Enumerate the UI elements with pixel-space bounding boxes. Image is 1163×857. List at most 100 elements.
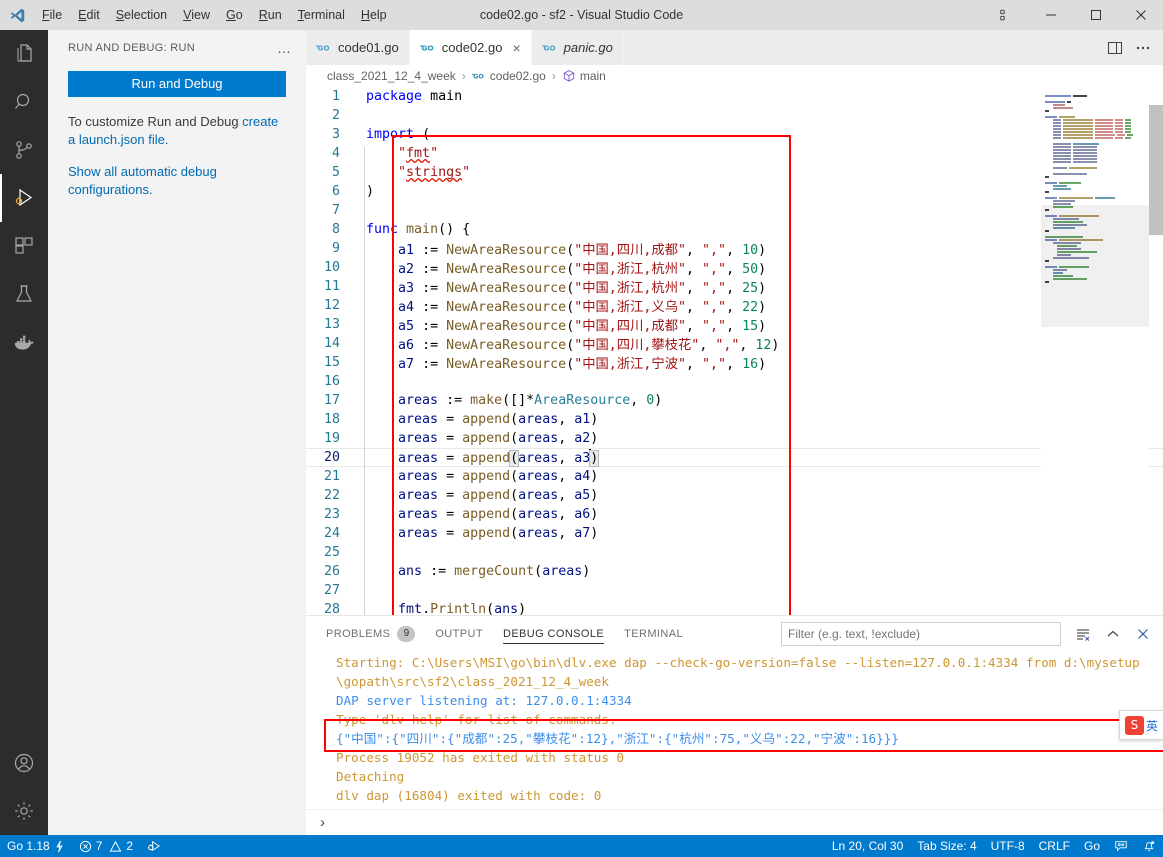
line-number: 24 [323, 526, 340, 541]
sogou-logo-icon: S [1124, 715, 1144, 735]
files-icon[interactable] [0, 30, 48, 78]
chevron-up-icon[interactable] [1105, 626, 1121, 642]
maximize-icon[interactable] [1073, 0, 1118, 30]
tab-output-label: OUTPUT [435, 627, 483, 640]
tab-terminal[interactable]: TERMINAL [624, 616, 683, 651]
status-encoding[interactable]: UTF-8 [984, 835, 1032, 857]
line-number: 14 [323, 336, 340, 351]
code-line: 3 import ( [306, 125, 1163, 144]
customize-hint-text: To customize Run and Debug [68, 114, 243, 129]
close-panel-icon[interactable] [1135, 626, 1151, 642]
status-language-mode[interactable]: Go [1077, 835, 1107, 857]
run-debug-icon[interactable] [0, 174, 48, 222]
tab-debug-console[interactable]: DEBUG CONSOLE [502, 616, 605, 651]
menu-view[interactable]: View [175, 3, 218, 27]
menu-file[interactable]: File [34, 3, 70, 27]
status-tab-size[interactable]: Tab Size: 4 [910, 835, 983, 857]
menu-selection[interactable]: Selection [108, 3, 175, 27]
tab-panic-go[interactable]: GO panic.go [531, 30, 624, 65]
sidebar-header: RUN AND DEBUG: RUN … [48, 30, 306, 65]
close-icon[interactable] [1118, 0, 1163, 30]
title-bar: File Edit Selection View Go Run Terminal… [0, 0, 1163, 30]
extensions-icon[interactable] [0, 222, 48, 270]
tab-output[interactable]: OUTPUT [435, 616, 483, 651]
minimap-slider[interactable] [1041, 205, 1149, 327]
source-control-icon[interactable] [0, 126, 48, 174]
split-editor-icon[interactable] [1107, 40, 1123, 56]
line-number: 17 [323, 393, 340, 408]
warning-count: 2 [126, 839, 134, 853]
debug-console-output[interactable]: Starting: C:\Users\MSI\go\bin\dlv.exe da… [306, 651, 1163, 809]
code-line: 26 ans := mergeCount(areas) [306, 562, 1163, 581]
editor-tab-bar: GO code01.go GO code02.go × GO panic.go [306, 30, 1163, 65]
status-run-task[interactable] [140, 835, 169, 857]
console-line-result: {"中国":{"四川":{"成都":25,"攀枝花":12},"浙江":{"杭州… [336, 731, 899, 746]
line-number: 11 [323, 279, 340, 294]
line-number: 15 [323, 355, 340, 370]
line-number: 9 [331, 241, 340, 256]
filter-input[interactable] [781, 621, 1061, 646]
sidebar-body: Run and Debug To customize Run and Debug… [48, 65, 306, 213]
sidebar-more-actions-icon[interactable]: … [277, 40, 298, 56]
error-count: 7 [95, 839, 103, 853]
breadcrumb-file[interactable]: GO code02.go [471, 69, 546, 83]
account-icon[interactable] [0, 739, 48, 787]
sidebar-run-and-debug: RUN AND DEBUG: RUN … Run and Debug To cu… [48, 30, 306, 835]
gear-icon[interactable] [0, 787, 48, 835]
panel-tab-bar: PROBLEMS 9 OUTPUT DEBUG CONSOLE TERMINAL [306, 616, 1163, 651]
menu-run[interactable]: Run [251, 3, 290, 27]
status-problems[interactable]: 7 2 [72, 835, 140, 857]
code-line: 7 [306, 201, 1163, 220]
code-line: 19 areas = append(areas, a2) [306, 429, 1163, 448]
status-feedback[interactable] [1107, 835, 1135, 857]
beaker-icon[interactable] [0, 270, 48, 318]
automatic-debug-hint: Show all automatic debug configurations. [68, 163, 286, 199]
status-go-version[interactable]: Go 1.18 [0, 835, 72, 857]
code-line: 13 a5 := NewAreaResource("中国,四川,成都", ","… [306, 315, 1163, 334]
minimap[interactable] [1041, 87, 1149, 615]
minimize-icon[interactable] [1028, 0, 1073, 30]
activity-bar [0, 30, 48, 835]
line-number: 4 [331, 146, 340, 161]
menu-terminal[interactable]: Terminal [290, 3, 353, 27]
editor-scrollbar[interactable] [1149, 87, 1163, 615]
search-icon[interactable] [0, 78, 48, 126]
debug-console-input[interactable]: › [306, 809, 1163, 835]
status-cursor-position[interactable]: Ln 20, Col 30 [825, 835, 910, 857]
tab-problems[interactable]: PROBLEMS 9 [326, 616, 416, 651]
ime-mode-label[interactable]: 英 [1146, 717, 1158, 734]
line-number: 2 [331, 108, 340, 123]
more-actions-icon[interactable] [1135, 40, 1151, 56]
tab-code01-go[interactable]: GO code01.go [306, 30, 410, 65]
ime-indicator[interactable]: S 英 [1119, 710, 1163, 740]
run-and-debug-button[interactable]: Run and Debug [68, 71, 286, 97]
menu-edit[interactable]: Edit [70, 3, 108, 27]
line-number: 3 [331, 127, 340, 142]
docker-icon[interactable] [0, 318, 48, 366]
code-content: 1 package main 2 3 import ( 4 "fmt" 5 "str… [306, 87, 1163, 615]
tab-label: code01.go [338, 40, 399, 55]
menu-go[interactable]: Go [218, 3, 251, 27]
go-file-icon: GO [471, 69, 486, 83]
breadcrumb-symbol[interactable]: main [562, 69, 606, 83]
breadcrumb-symbol-label: main [579, 69, 606, 83]
go-file-icon: GO [419, 40, 436, 56]
editor-layout-icon[interactable] [983, 0, 1028, 30]
menu-help[interactable]: Help [353, 3, 395, 27]
code-editor[interactable]: 1 package main 2 3 import ( 4 "fmt" 5 "str… [306, 87, 1163, 615]
tab-close-icon[interactable]: × [512, 41, 520, 55]
line-number: 16 [323, 374, 340, 389]
editor-scrollbar-thumb[interactable] [1149, 105, 1163, 235]
show-automatic-debug-link[interactable]: Show all automatic debug configurations. [68, 164, 217, 197]
status-eol[interactable]: CRLF [1032, 835, 1077, 857]
breadcrumb-folder[interactable]: class_2021_12_4_week [327, 69, 456, 83]
line-number: 13 [323, 317, 340, 332]
breadcrumb-separator-icon: › [551, 69, 556, 83]
breadcrumb-file-label: code02.go [489, 69, 546, 83]
code-line: 11 a3 := NewAreaResource("中国,浙江,杭州", ","… [306, 277, 1163, 296]
code-line: 1 package main [306, 87, 1163, 106]
breadcrumb: class_2021_12_4_week › GO code02.go › ma… [306, 65, 1163, 87]
status-notifications[interactable] [1135, 835, 1163, 857]
clear-console-icon[interactable] [1075, 626, 1091, 642]
tab-code02-go[interactable]: GO code02.go × [409, 30, 532, 65]
